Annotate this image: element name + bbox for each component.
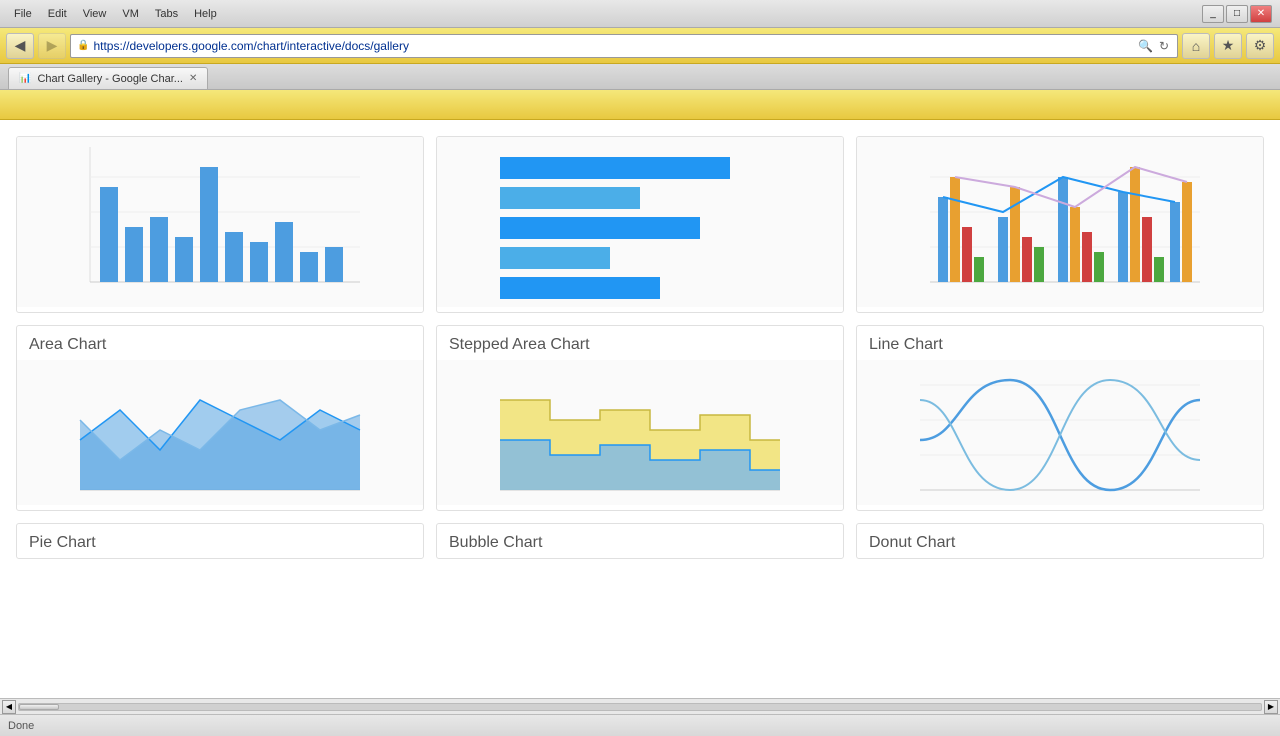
toolbar — [0, 90, 1280, 120]
menu-help[interactable]: Help — [188, 6, 223, 22]
title-bar: File Edit View VM Tabs Help _ □ ✕ — [0, 0, 1280, 28]
pie-chart-title: Pie Chart — [17, 524, 423, 558]
tab-close-button[interactable]: ✕ — [189, 73, 197, 84]
security-icon: 🔒 — [77, 40, 89, 51]
forward-button[interactable]: ▶ — [38, 33, 66, 59]
horizontal-bar-chart-card[interactable] — [436, 136, 844, 313]
tools-button[interactable]: ⚙ — [1246, 33, 1274, 59]
tab-favicon: 📊 — [19, 73, 31, 84]
home-button[interactable]: ⌂ — [1182, 33, 1210, 59]
close-button[interactable]: ✕ — [1250, 5, 1272, 23]
minimize-button[interactable]: _ — [1202, 5, 1224, 23]
donut-chart-title: Donut Chart — [857, 524, 1263, 558]
line-chart-card[interactable]: Line Chart — [856, 325, 1264, 511]
menu-view[interactable]: View — [77, 6, 113, 22]
bubble-chart-title: Bubble Chart — [437, 524, 843, 558]
menu-vm[interactable]: VM — [116, 6, 145, 22]
back-button[interactable]: ◀ — [6, 33, 34, 59]
favorites-button[interactable]: ★ — [1214, 33, 1242, 59]
url-text[interactable]: https://developers.google.com/chart/inte… — [93, 39, 1132, 53]
stepped-area-chart-card[interactable]: Stepped Area Chart — [436, 325, 844, 511]
bubble-chart-card[interactable]: Bubble Chart — [436, 523, 844, 559]
navigation-bar: ◀ ▶ 🔒 https://developers.google.com/char… — [0, 28, 1280, 64]
main-content: Area Chart Stepped Area Chart — [0, 120, 1280, 698]
menu-file[interactable]: File — [8, 6, 38, 22]
scroll-right-button[interactable]: ▶ — [1264, 700, 1278, 714]
address-bar[interactable]: 🔒 https://developers.google.com/chart/in… — [70, 34, 1178, 58]
status-bar: Done — [0, 714, 1280, 736]
area-chart-title: Area Chart — [17, 326, 423, 360]
refresh-button[interactable]: ↻ — [1157, 39, 1171, 53]
combo-chart-preview — [857, 137, 1263, 307]
window-controls[interactable]: _ □ ✕ — [1202, 5, 1272, 23]
line-chart-title: Line Chart — [857, 326, 1263, 360]
tab-bar: 📊 Chart Gallery - Google Char... ✕ — [0, 64, 1280, 90]
tab-label: Chart Gallery - Google Char... — [37, 73, 183, 85]
bar-chart-card[interactable] — [16, 136, 424, 313]
status-text: Done — [8, 720, 34, 732]
area-chart-card[interactable]: Area Chart — [16, 325, 424, 511]
pie-chart-card[interactable]: Pie Chart — [16, 523, 424, 559]
stepped-area-chart-title: Stepped Area Chart — [437, 326, 843, 360]
bar-chart-preview — [17, 137, 423, 307]
line-chart-preview — [857, 360, 1263, 505]
horizontal-bar-chart-preview — [437, 137, 843, 307]
chart-gallery: Area Chart Stepped Area Chart — [16, 136, 1264, 559]
search-button[interactable]: 🔍 — [1136, 39, 1155, 53]
active-tab[interactable]: 📊 Chart Gallery - Google Char... ✕ — [8, 67, 208, 89]
maximize-button[interactable]: □ — [1226, 5, 1248, 23]
combo-chart-card[interactable] — [856, 136, 1264, 313]
menu-bar[interactable]: File Edit View VM Tabs Help — [8, 6, 223, 22]
stepped-area-chart-preview — [437, 360, 843, 505]
menu-edit[interactable]: Edit — [42, 6, 73, 22]
scroll-track[interactable] — [18, 703, 1262, 711]
horizontal-scrollbar[interactable]: ◀ ▶ — [0, 698, 1280, 714]
menu-tabs[interactable]: Tabs — [149, 6, 184, 22]
donut-chart-card[interactable]: Donut Chart — [856, 523, 1264, 559]
area-chart-preview — [17, 360, 423, 505]
address-actions: 🔍 ↻ — [1136, 39, 1171, 53]
scroll-left-button[interactable]: ◀ — [2, 700, 16, 714]
scroll-thumb[interactable] — [19, 704, 59, 710]
